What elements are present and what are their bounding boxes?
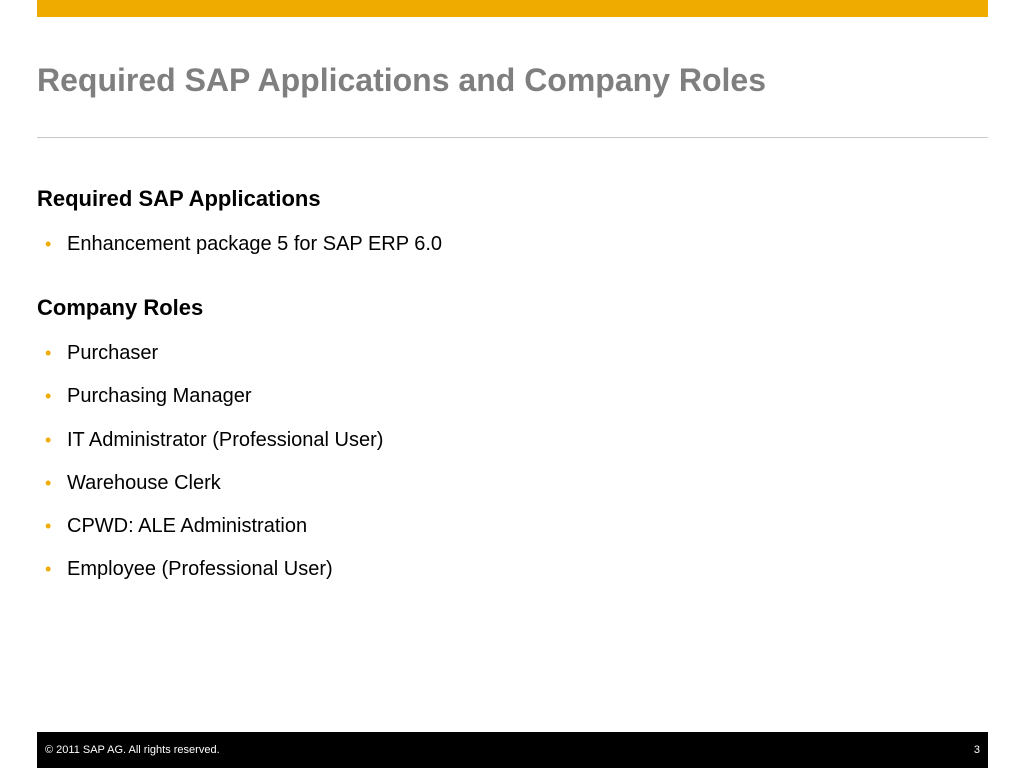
list-item-text: CPWD: ALE Administration	[67, 515, 308, 538]
list-item-text: Warehouse Clerk	[67, 471, 221, 494]
slide: Required SAP Applications and Company Ro…	[0, 0, 1024, 768]
accent-bar	[37, 0, 988, 17]
page-number: 3	[973, 744, 980, 756]
list-item-text: Purchaser	[67, 342, 159, 364]
bullet-dot-icon: •	[45, 343, 52, 363]
bullet-dot-icon: •	[45, 386, 52, 407]
footer-bar: © 2011 SAP AG. All rights reserved. 3	[37, 732, 988, 768]
list-item-text: IT Administrator (Professional User)	[67, 428, 384, 451]
section-heading-required-applications: Required SAP Applications	[37, 186, 321, 211]
title-divider	[37, 137, 988, 138]
bullet-dot-icon: •	[45, 516, 52, 537]
slide-title: Required SAP Applications and Company Ro…	[37, 62, 767, 98]
footer-copyright: © 2011 SAP AG. All rights reserved.	[45, 744, 220, 756]
bullet-dot-icon: •	[45, 559, 52, 580]
list-item-text: Employee (Professional User)	[67, 558, 333, 581]
bullet-dot-icon: •	[45, 429, 52, 450]
list-item-text: Enhancement package 5 for SAP ERP 6.0	[67, 233, 443, 255]
bullet-dot-icon: •	[45, 234, 52, 254]
section-heading-company-roles: Company Roles	[37, 295, 204, 320]
list-item-text: Purchasing Manager	[67, 385, 252, 408]
bullet-dot-icon: •	[45, 472, 52, 493]
